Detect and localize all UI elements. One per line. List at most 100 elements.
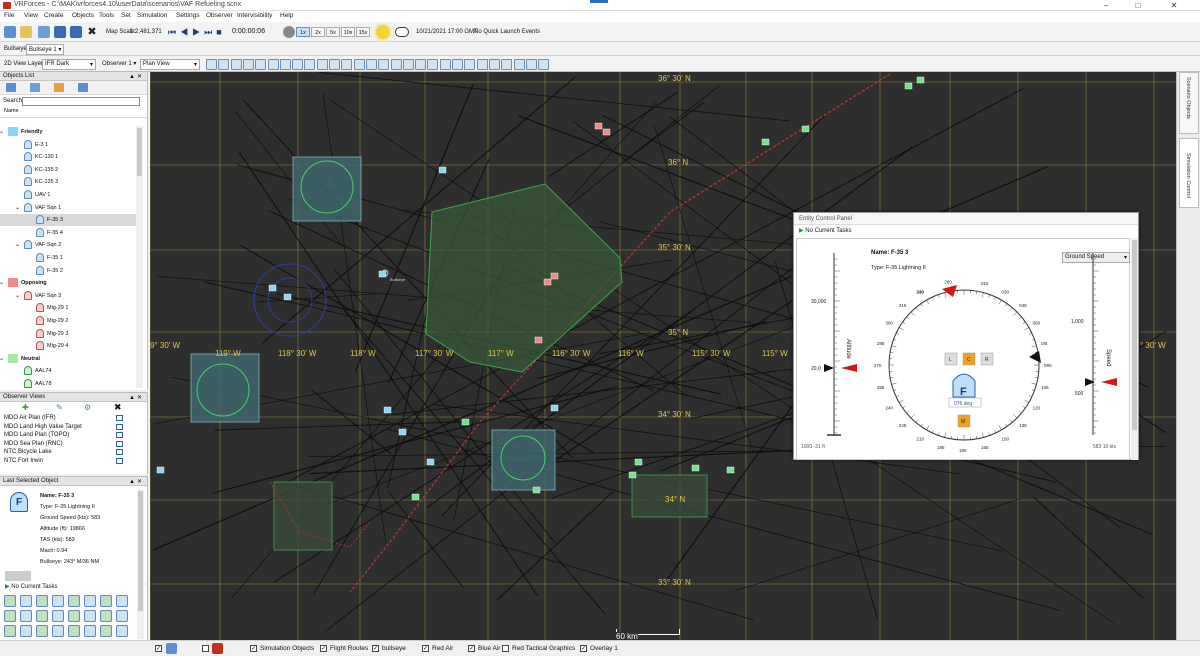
altitude-target-marker[interactable] bbox=[841, 364, 857, 372]
observer-view-item[interactable]: MDO Land High Value Target bbox=[0, 423, 147, 432]
tree-item[interactable]: AAL78 bbox=[0, 378, 136, 390]
task-3-icon[interactable] bbox=[36, 595, 48, 607]
view-tool-5-icon[interactable] bbox=[255, 59, 267, 70]
observer-view-item[interactable]: MDO Sea Plan (RNC) bbox=[0, 440, 147, 449]
aircraft-icon[interactable] bbox=[166, 643, 177, 654]
tab-routes-icon[interactable] bbox=[30, 83, 40, 92]
tab-terrain-icon[interactable] bbox=[78, 83, 88, 92]
altitude-current-marker[interactable] bbox=[824, 364, 834, 372]
view-tool-26-icon[interactable] bbox=[513, 59, 525, 70]
observer-view-checkbox[interactable] bbox=[116, 457, 123, 464]
menu-file[interactable]: File bbox=[4, 12, 14, 19]
speed-2x-button[interactable]: 2x bbox=[311, 27, 325, 37]
tree-item[interactable]: KC-135 2 bbox=[0, 164, 136, 176]
view-tool-9-icon[interactable] bbox=[304, 59, 316, 70]
view-layer-select[interactable]: IFR Dark ▾ bbox=[42, 59, 96, 70]
menu-simulation[interactable]: Simulation bbox=[137, 12, 167, 19]
status-checkbox-main[interactable]: ✓ bbox=[155, 645, 162, 652]
task-13-icon[interactable] bbox=[68, 610, 80, 622]
task-23-icon[interactable] bbox=[100, 625, 112, 637]
sun-icon[interactable] bbox=[376, 25, 390, 39]
clock-icon[interactable] bbox=[283, 26, 295, 38]
task-7-icon[interactable] bbox=[100, 595, 112, 607]
tree-item[interactable]: AAL74 bbox=[0, 365, 136, 377]
restricted-area[interactable] bbox=[425, 183, 623, 373]
tree-item[interactable]: F-35 3 bbox=[0, 214, 136, 227]
view-tool-1-icon[interactable] bbox=[206, 59, 217, 70]
tree-item[interactable]: ⌄ VAF Sqn 1 bbox=[0, 202, 136, 214]
observer-view-item[interactable]: NTC Fort Irwin bbox=[0, 457, 147, 466]
expand-chevron-icon[interactable]: ⌄ bbox=[15, 290, 20, 302]
expand-chevron-icon[interactable]: ⌄ bbox=[0, 353, 4, 365]
layer-checkbox[interactable] bbox=[502, 645, 509, 652]
expand-chevron-icon[interactable]: ⌄ bbox=[0, 277, 4, 289]
task-21-icon[interactable] bbox=[68, 625, 80, 637]
control-area-box[interactable] bbox=[292, 156, 362, 222]
task-15-icon[interactable] bbox=[100, 610, 112, 622]
task-18-icon[interactable] bbox=[20, 625, 32, 637]
tree-category[interactable]: ⌄ Neutral bbox=[0, 353, 136, 365]
observer-view-checkbox[interactable] bbox=[116, 432, 123, 438]
menu-help[interactable]: Help bbox=[280, 12, 293, 19]
view-tool-4-icon[interactable] bbox=[242, 59, 254, 70]
last-selected-scrollbar[interactable] bbox=[137, 489, 144, 639]
task-1-icon[interactable] bbox=[4, 595, 16, 607]
view-tool-28-icon[interactable] bbox=[538, 59, 550, 70]
view-tool-23-icon[interactable] bbox=[476, 59, 488, 70]
entity-marker[interactable] bbox=[426, 458, 435, 466]
new-icon[interactable] bbox=[4, 26, 16, 38]
plan-view-select[interactable]: Plan View ▾ bbox=[140, 59, 200, 70]
observer-view-checkbox[interactable] bbox=[116, 449, 123, 455]
observer-select[interactable]: Observer 1 ▾ bbox=[100, 59, 138, 68]
menu-create[interactable]: Create bbox=[44, 12, 64, 19]
objects-scrollbar[interactable] bbox=[136, 126, 143, 388]
view-tool-24-icon[interactable] bbox=[488, 59, 500, 70]
task-16-icon[interactable] bbox=[116, 610, 128, 622]
menu-intervisibility[interactable]: Intervisibility bbox=[237, 12, 272, 19]
tree-category[interactable]: ⌄ Opposing bbox=[0, 277, 136, 289]
entity-marker[interactable] bbox=[550, 272, 559, 280]
copy-icon[interactable] bbox=[38, 26, 50, 38]
control-area-box[interactable] bbox=[273, 481, 333, 551]
view-tool-21-icon[interactable] bbox=[452, 59, 463, 70]
tree-item[interactable]: KC-130 1 bbox=[0, 151, 136, 163]
expand-chevron-icon[interactable]: ⌄ bbox=[0, 126, 4, 138]
layer-toggle[interactable]: ✓ Simulation Objects bbox=[250, 645, 314, 652]
tree-item[interactable]: UAV 1 bbox=[0, 189, 136, 201]
view-tool-7-icon[interactable] bbox=[279, 59, 291, 70]
entity-tool-icons[interactable] bbox=[5, 571, 31, 581]
delete-view-icon[interactable]: ✖ bbox=[114, 402, 122, 413]
speed-target-marker[interactable] bbox=[1101, 378, 1117, 386]
observer-view-checkbox[interactable] bbox=[116, 423, 123, 430]
speed-15x-button[interactable]: 15x bbox=[356, 27, 370, 37]
speed-1x-button[interactable]: 1x bbox=[296, 27, 310, 37]
entity-marker[interactable] bbox=[268, 284, 277, 292]
task-20-icon[interactable] bbox=[52, 625, 64, 637]
tab-scenario-objects[interactable]: Scenario Objects bbox=[1179, 72, 1199, 134]
layer-toggle[interactable]: Red Tactical Graphics bbox=[502, 645, 575, 652]
heading-target-marker[interactable] bbox=[942, 285, 957, 297]
menu-view[interactable]: View bbox=[24, 12, 38, 19]
entity-marker[interactable] bbox=[904, 82, 913, 90]
layer-toggle[interactable]: ✓ Red Air bbox=[422, 645, 453, 652]
bullseye-select[interactable]: Bullseye 1 ▾ bbox=[26, 44, 64, 55]
observer-view-checkbox[interactable] bbox=[116, 415, 123, 421]
tab-objects-icon[interactable] bbox=[6, 83, 16, 92]
entity-marker[interactable] bbox=[411, 493, 420, 501]
tree-item[interactable]: ⌄ VAF Sqn 2 bbox=[0, 239, 136, 251]
add-view-icon[interactable]: ✚ bbox=[22, 403, 29, 412]
save-icon[interactable] bbox=[54, 26, 66, 38]
layer-toggle[interactable]: ✓ bullseye bbox=[372, 645, 406, 652]
task-6-icon[interactable] bbox=[84, 595, 96, 607]
menu-tools[interactable]: Tools bbox=[99, 12, 114, 19]
entity-marker[interactable] bbox=[550, 404, 559, 412]
observer-view-checkbox[interactable] bbox=[116, 440, 123, 447]
speed-5x-button[interactable]: 5x bbox=[326, 27, 340, 37]
view-tool-25-icon[interactable] bbox=[501, 59, 513, 70]
menu-set[interactable]: Set bbox=[121, 12, 131, 19]
layer-checkbox[interactable]: ✓ bbox=[580, 645, 587, 652]
expand-chevron-icon[interactable]: ⌄ bbox=[15, 202, 20, 214]
layer-checkbox[interactable]: ✓ bbox=[468, 645, 475, 652]
task-5-icon[interactable] bbox=[68, 595, 80, 607]
close-button[interactable]: ✕ bbox=[1163, 0, 1185, 11]
